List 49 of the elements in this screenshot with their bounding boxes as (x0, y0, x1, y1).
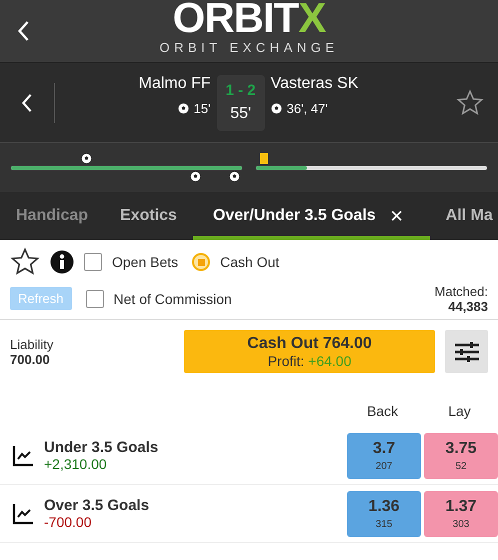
chart-icon[interactable] (12, 444, 34, 466)
sliders-icon (454, 340, 480, 362)
settings-button[interactable] (445, 330, 488, 373)
football-icon (178, 102, 189, 114)
back-icon[interactable] (21, 92, 33, 112)
star-icon[interactable] (456, 88, 484, 116)
logo: ORBITX (172, 0, 326, 38)
market-tab[interactable]: All Ma (430, 192, 498, 240)
liability-amount: 700.00 (10, 352, 50, 366)
score: 1 - 2 (226, 82, 256, 99)
chart-icon[interactable] (12, 502, 34, 524)
matched-amount: 44,383 (448, 298, 488, 314)
cash-out-button[interactable]: Cash Out 764.00 Profit: +64.00 (184, 330, 436, 373)
radio-button[interactable] (192, 253, 210, 271)
market-tab[interactable]: Handicap (0, 192, 104, 240)
checkbox[interactable] (84, 253, 102, 271)
back-price-button[interactable]: 3.7 207 (347, 432, 421, 478)
football-icon (270, 102, 282, 114)
runner-profit-loss: +2,310.00 (44, 456, 108, 472)
match-minute: 55' (230, 105, 252, 123)
lay-price-button[interactable]: 3.75 52 (424, 432, 498, 478)
away-team: Vasteras SK (270, 74, 358, 92)
close-icon[interactable]: ✕ (390, 206, 404, 226)
option-label: Open Bets (112, 254, 178, 270)
column-header: Back (366, 403, 400, 419)
goal-times: 36', 47' (286, 100, 328, 116)
matched-label: Matched: (434, 284, 488, 298)
runner-profit-loss: -700.00 (44, 514, 92, 530)
home-team: Malmo FF (138, 74, 211, 92)
market-tab[interactable]: Over/Under 3.5 Goals ✕ (192, 192, 430, 240)
goal-times: 15' (194, 100, 211, 116)
football-icon (229, 171, 240, 182)
column-header: Lay (447, 403, 472, 419)
back-price-button[interactable]: 1.36 315 (347, 490, 421, 536)
checkbox[interactable] (86, 290, 104, 308)
booking-card-icon (260, 153, 268, 164)
logo-subtitle: ORBIT EXCHANGE (159, 40, 339, 54)
football-icon (190, 171, 201, 182)
runner-name: Under 3.5 Goals (44, 439, 160, 456)
star-icon[interactable] (10, 247, 40, 277)
runner-name: Over 3.5 Goals (44, 497, 150, 514)
market-tab[interactable]: Exotics (104, 192, 193, 240)
lay-price-button[interactable]: 1.37 303 (424, 490, 498, 536)
back-icon[interactable] (17, 20, 31, 42)
option-label: Net of Commission (114, 290, 232, 306)
info-icon[interactable] (50, 250, 74, 274)
option-label: Cash Out (220, 254, 280, 270)
liability-label: Liability (10, 336, 54, 352)
football-icon (81, 153, 92, 164)
